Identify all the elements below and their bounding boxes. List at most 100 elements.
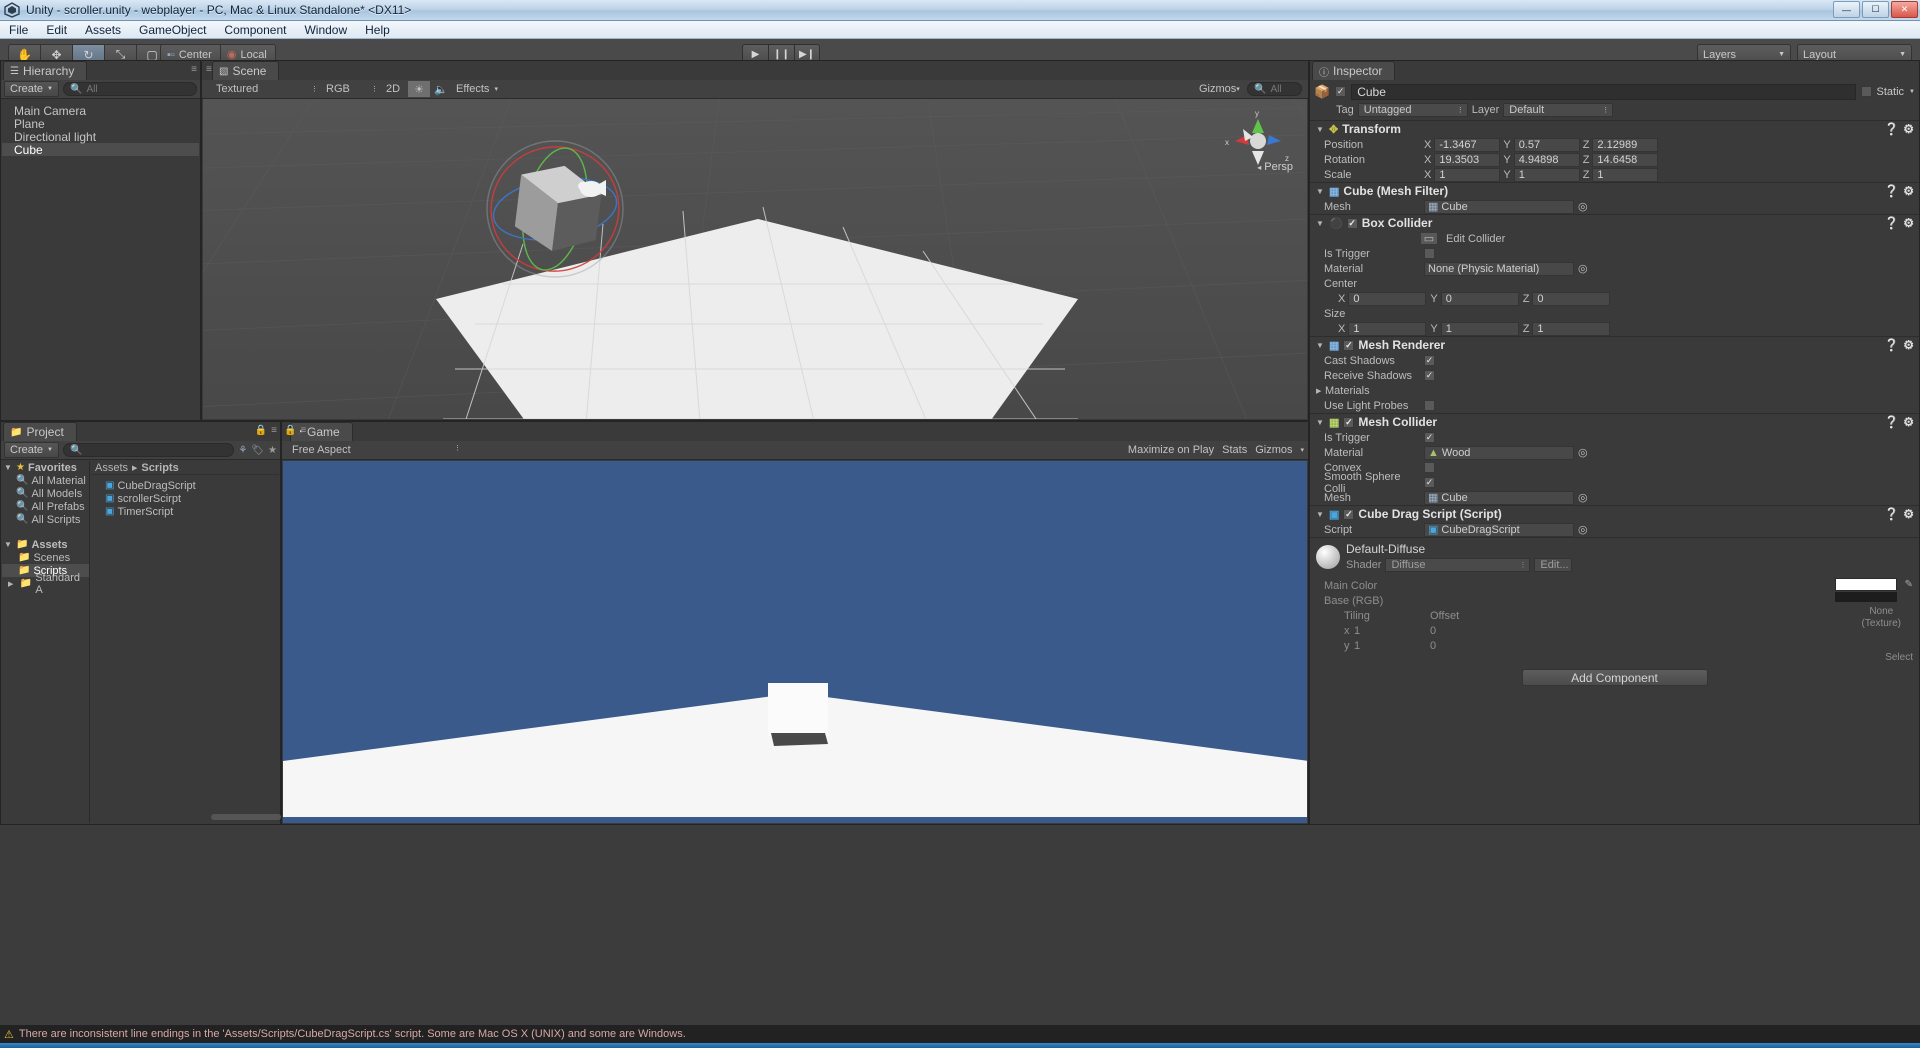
layer-dropdown[interactable]: Default ⋮ [1503,102,1614,117]
offset-x-input[interactable]: 0 [1430,625,1436,637]
project-assets-group[interactable]: ▼ 📁 Assets [2,538,89,551]
project-create-button[interactable]: Create ▼ [4,442,59,458]
cast-shadows-checkbox[interactable]: ✓ [1424,355,1435,366]
chevron-down-icon[interactable]: ▼ [1316,418,1325,427]
box-collider-enabled-checkbox[interactable]: ✓ [1346,217,1358,229]
project-file-timerscript[interactable]: ▣ TimerScript [91,505,279,518]
project-favorite-all-scripts[interactable]: 🔍 All Scripts [2,513,89,526]
object-picker-icon[interactable]: ◎ [1578,523,1588,536]
project-folder-scenes[interactable]: 📁 Scenes [2,551,89,564]
is-trigger-checkbox[interactable] [1424,248,1435,259]
scene-drawmode-dropdown[interactable]: Textured ⋮ [212,81,322,97]
object-picker-icon[interactable]: ◎ [1578,491,1588,504]
scale-x-input[interactable]: 1 [1434,167,1501,182]
scene-2d-toggle[interactable]: 2D [382,81,408,97]
rotation-x-input[interactable]: 19.3503 [1434,152,1501,167]
hierarchy-item-main-camera[interactable]: Main Camera [2,104,199,118]
lock-icon[interactable]: 🔒 [255,425,267,436]
gear-icon[interactable]: ⚙ [1903,415,1914,429]
object-picker-icon[interactable]: ◎ [1578,262,1588,275]
tab-inspector[interactable]: ⓘ Inspector [1312,61,1396,80]
texture-select-button[interactable]: Select [1885,652,1913,663]
hierarchy-item-plane[interactable]: Plane [2,117,199,131]
filter-by-type-icon[interactable]: ⚘ [238,445,247,456]
panel-menu-icon[interactable]: ≡ [271,425,277,436]
center-x-input[interactable]: 0 [1348,291,1427,306]
chevron-down-icon[interactable]: ▼ [1316,510,1325,519]
mesh-renderer-enabled-checkbox[interactable]: ✓ [1343,339,1355,351]
scene-effects-dropdown[interactable]: Effects ▾ [452,81,502,97]
scene-panel-menu[interactable]: ≡ [206,64,212,75]
script-object-field[interactable]: ▣ CubeDragScript [1424,522,1574,537]
help-icon[interactable]: ❔ [1884,216,1899,230]
tab-project[interactable]: 📁 Project [3,422,77,441]
panel-menu-icon[interactable]: ≡ [191,64,197,75]
gear-icon[interactable]: ⚙ [1903,122,1914,136]
size-y-input[interactable]: 1 [1440,321,1519,336]
object-enabled-checkbox[interactable]: ✓ [1335,86,1347,97]
tiling-x-input[interactable]: 1 [1354,625,1430,637]
game-maximize-on-play-toggle[interactable]: Maximize on Play [1128,444,1214,456]
edit-collider-icon[interactable]: ▭ [1420,232,1438,245]
project-panel-tools[interactable]: 🔒 ≡ [255,425,277,436]
minimize-button[interactable]: — [1833,1,1860,18]
shader-dropdown[interactable]: Diffuse ⋮ [1385,558,1531,572]
object-picker-icon[interactable]: ◎ [1578,446,1588,459]
static-checkbox[interactable] [1860,86,1872,97]
game-panel-tools[interactable]: 🔒 ≡ [284,425,306,436]
position-y-input[interactable]: 0.57 [1513,137,1580,152]
object-name-input[interactable]: Cube [1351,83,1856,100]
chevron-down-icon[interactable]: ▼ [1316,125,1325,134]
breadcrumb-assets[interactable]: Assets [95,462,128,474]
filter-by-label-icon[interactable]: 🏷 [251,445,264,456]
is-trigger-checkbox[interactable]: ✓ [1424,432,1435,443]
project-zoom-slider[interactable] [211,814,281,820]
rotation-z-input[interactable]: 14.6458 [1592,152,1659,167]
receive-shadows-checkbox[interactable]: ✓ [1424,370,1435,381]
chevron-down-icon[interactable]: ▼ [1316,187,1325,196]
scale-z-input[interactable]: 1 [1592,167,1659,182]
chevron-down-icon[interactable]: ▼ [4,463,13,472]
physic-material-field[interactable]: None (Physic Material) [1424,261,1574,276]
chevron-down-icon[interactable]: ▼ [4,540,13,549]
component-mesh-filter-header[interactable]: ▼ ▦ Cube (Mesh Filter) ❔ ⚙ [1310,183,1919,199]
object-picker-icon[interactable]: ◎ [1578,200,1588,213]
game-stats-toggle[interactable]: Stats [1222,444,1247,456]
favorite-star-icon[interactable]: ★ [268,445,277,456]
menu-assets[interactable]: Assets [76,22,130,38]
chevron-right-icon[interactable]: ▶ [1316,387,1325,395]
close-button[interactable]: ✕ [1891,1,1918,18]
rotation-y-input[interactable]: 4.94898 [1513,152,1580,167]
texture-thumbnail[interactable] [1835,592,1897,602]
hierarchy-search-input[interactable]: 🔍 All [62,82,197,96]
physic-material-field[interactable]: ▲ Wood [1424,445,1574,460]
project-file-cubedragscript[interactable]: ▣ CubeDragScript [91,479,279,492]
scale-y-input[interactable]: 1 [1513,167,1580,182]
gear-icon[interactable]: ⚙ [1903,507,1914,521]
chevron-down-icon[interactable]: ▼ [1909,89,1915,95]
tag-dropdown[interactable]: Untagged ⋮ [1357,102,1468,117]
main-color-swatch[interactable] [1835,578,1897,591]
position-z-input[interactable]: 2.12989 [1592,137,1659,152]
game-aspect-dropdown[interactable]: Free Aspect ⋮ [286,444,461,456]
component-transform-header[interactable]: ▼ ✥ Transform ❔ ⚙ [1310,121,1919,137]
menu-help[interactable]: Help [356,22,399,38]
menu-file[interactable]: File [0,22,37,38]
tab-hierarchy[interactable]: ☰ Hierarchy [3,61,88,80]
status-bar[interactable]: ⚠ There are inconsistent line endings in… [0,1025,1920,1043]
help-icon[interactable]: ❔ [1884,507,1899,521]
menu-edit[interactable]: Edit [37,22,76,38]
project-file-scrollerscirpt[interactable]: ▣ scrollerScirpt [91,492,279,505]
add-component-button[interactable]: Add Component [1521,669,1708,686]
scene-search-input[interactable]: 🔍 All [1247,82,1302,96]
tab-scene[interactable]: ▧ Scene [212,61,280,80]
gear-icon[interactable]: ⚙ [1903,216,1914,230]
gear-icon[interactable]: ⚙ [1903,184,1914,198]
project-favorite-all-prefabs[interactable]: 🔍 All Prefabs [2,500,89,513]
center-z-input[interactable]: 0 [1532,291,1611,306]
mesh-collider-enabled-checkbox[interactable]: ✓ [1343,416,1355,428]
panel-menu-icon[interactable]: ≡ [206,64,212,75]
position-x-input[interactable]: -1.3467 [1434,137,1501,152]
hierarchy-item-cube[interactable]: Cube [2,143,199,157]
project-favorite-all-models[interactable]: 🔍 All Models [2,487,89,500]
